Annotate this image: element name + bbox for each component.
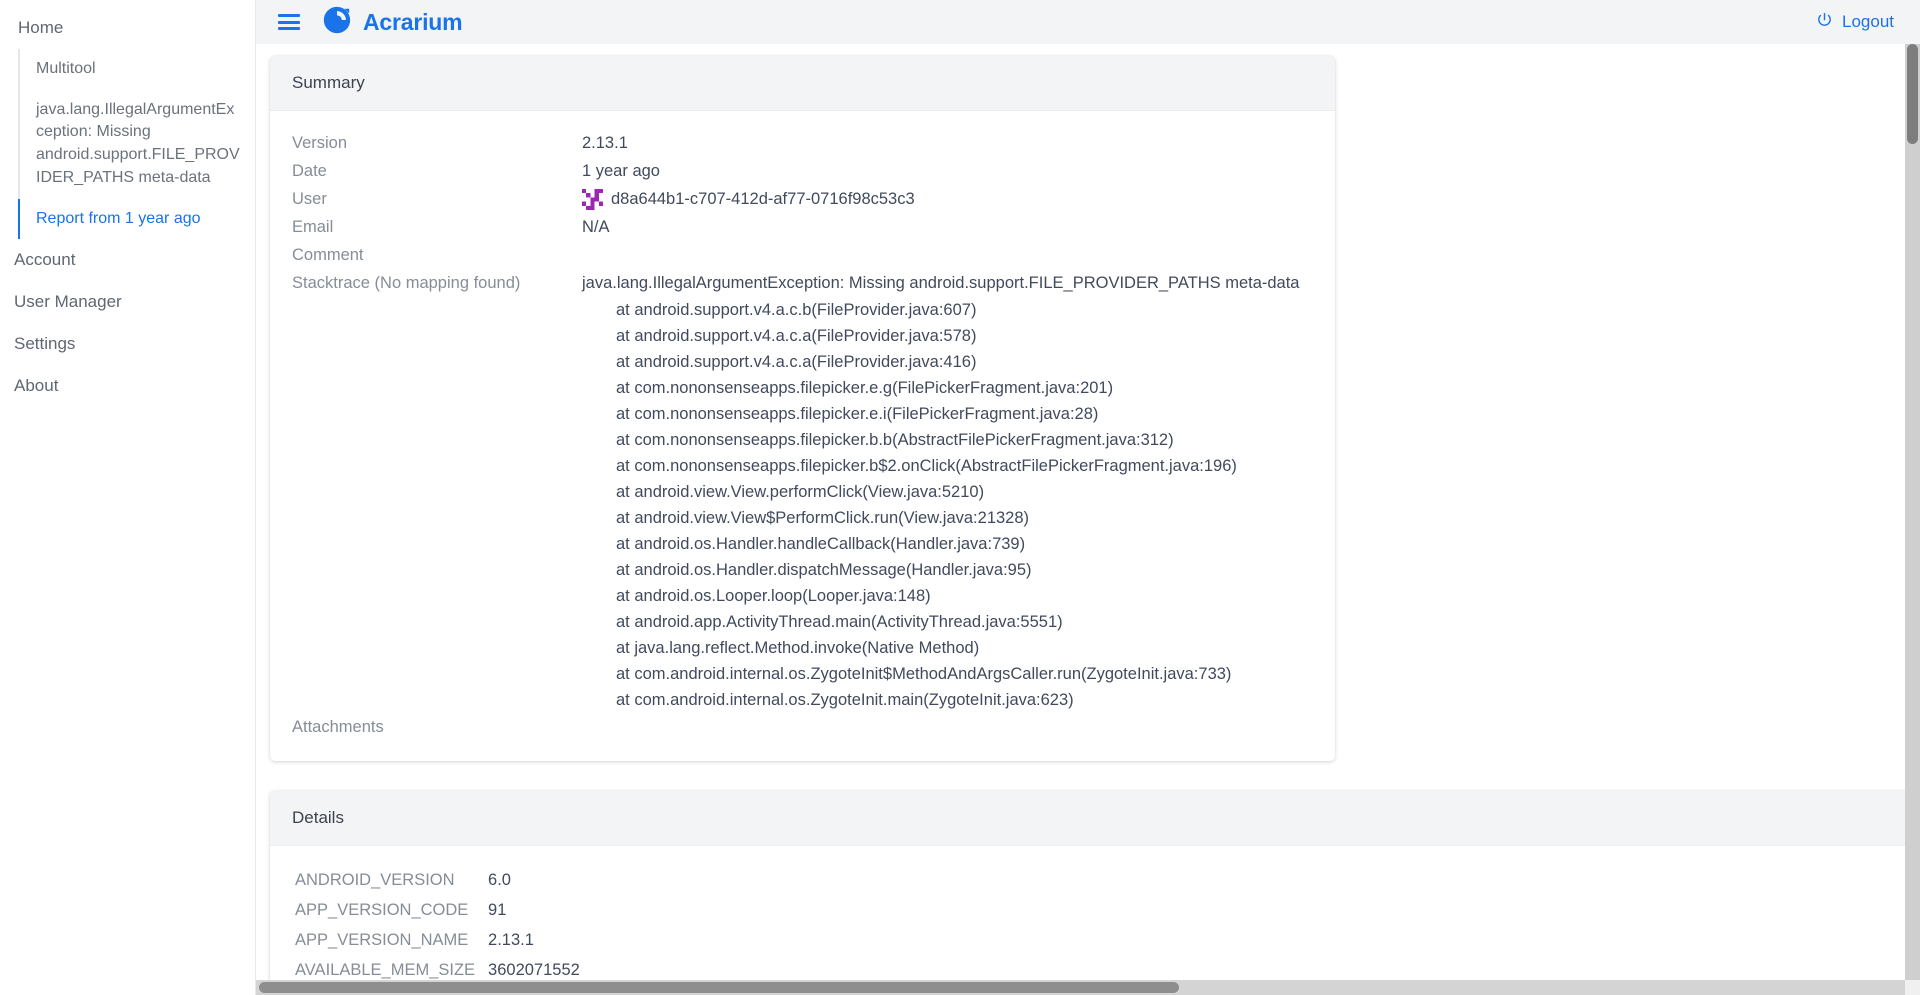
details-app-version-name-key: APP_VERSION_NAME [295, 931, 469, 949]
stacktrace-line: at com.nononsenseapps.filepicker.b$2.onC… [616, 457, 1237, 475]
details-available-mem-size-value: 3602071552 [488, 961, 580, 979]
vertical-scrollbar-thumb[interactable] [1907, 44, 1918, 144]
stacktrace-line: at android.view.View.performClick(View.j… [616, 483, 985, 501]
details-android-version-key: ANDROID_VERSION [295, 871, 455, 889]
table-row: Email N/A [292, 213, 1313, 241]
details-app-version-name-value: 2.13.1 [488, 931, 534, 949]
table-row: Stacktrace (No mapping found) java.lang.… [292, 269, 1313, 713]
summary-stacktrace-key: Stacktrace (No mapping found) [292, 274, 521, 292]
main-area: Acrarium Logout Summary Version 2.13.1 D… [256, 0, 1920, 995]
table-row: APP_VERSION_NAME 2.13.1 [294, 926, 581, 954]
summary-stacktrace-value: java.lang.IllegalArgumentException: Miss… [582, 269, 1313, 713]
stacktrace-line: at java.lang.reflect.Method.invoke(Nativ… [616, 639, 980, 657]
horizontal-scrollbar-thumb[interactable] [259, 982, 1179, 993]
stacktrace-line: at android.os.Looper.loop(Looper.java:14… [616, 587, 931, 605]
sidebar-item-multitool[interactable]: Multitool [20, 49, 255, 90]
stacktrace-line: at android.os.Handler.dispatchMessage(Ha… [616, 561, 1032, 579]
table-row: AVAILABLE_MEM_SIZE 3602071552 [294, 956, 581, 980]
details-card-header: Details [270, 791, 1905, 846]
summary-version-key: Version [292, 134, 348, 152]
stacktrace-line: at android.support.v4.a.c.b(FileProvider… [616, 301, 977, 319]
details-card: Details ANDROID_VERSION 6.0 APP_VERSION_… [270, 791, 1905, 980]
summary-date-key: Date [292, 162, 327, 180]
summary-date-value: 1 year ago [582, 162, 660, 180]
details-table: ANDROID_VERSION 6.0 APP_VERSION_CODE 91 … [292, 864, 583, 980]
table-row: APP_VERSION_CODE 91 [294, 896, 581, 924]
sidebar-item-exception[interactable]: java.lang.IllegalArgumentException: Miss… [20, 90, 255, 199]
stacktrace-line: at android.os.Handler.handleCallback(Han… [616, 535, 1026, 553]
summary-comment-value [582, 241, 1313, 269]
summary-card: Summary Version 2.13.1 Date 1 year ago U… [270, 56, 1335, 761]
sidebar-item-user-manager-label: User Manager [14, 292, 122, 312]
summary-comment-key: Comment [292, 246, 364, 264]
identicon-avatar [582, 188, 611, 210]
sidebar-item-about-label: About [14, 376, 59, 396]
details-card-title: Details [292, 808, 344, 827]
stacktrace-line: at com.android.internal.os.ZygoteInit$Me… [616, 665, 1232, 683]
summary-version-value: 2.13.1 [582, 134, 628, 152]
table-row: Version 2.13.1 [292, 129, 1313, 157]
summary-attachments-value [582, 713, 1313, 741]
stacktrace-line: at android.support.v4.a.c.a(FileProvider… [616, 327, 977, 345]
summary-email-value: N/A [582, 218, 610, 236]
table-row: Date 1 year ago [292, 157, 1313, 185]
hamburger-icon[interactable] [278, 14, 300, 30]
sidebar-item-home[interactable]: Home [0, 8, 255, 49]
summary-user-value-cell: d8a644b1-c707-412d-af77-0716f98c53c3 [582, 185, 1313, 213]
stacktrace-line: at android.app.ActivityThread.main(Activ… [616, 613, 1063, 631]
sidebar-item-settings-label: Settings [14, 334, 76, 354]
sidebar-item-multitool-label: Multitool [36, 59, 96, 77]
sidebar-item-user-manager[interactable]: User Manager [0, 281, 255, 323]
acrarium-logo-icon [322, 5, 352, 40]
stacktrace-header: java.lang.IllegalArgumentException: Miss… [582, 274, 1300, 292]
stacktrace-line: at android.support.v4.a.c.a(FileProvider… [616, 353, 977, 371]
sidebar: Home Multitool java.lang.IllegalArgument… [0, 0, 256, 995]
vertical-scrollbar[interactable] [1905, 44, 1920, 980]
stacktrace-line: at android.view.View$PerformClick.run(Vi… [616, 509, 1030, 527]
content-scroll-region[interactable]: Summary Version 2.13.1 Date 1 year ago U… [256, 44, 1905, 980]
logout-button[interactable]: Logout [1816, 11, 1894, 33]
stacktrace-line: at com.nononsenseapps.filepicker.e.i(Fil… [616, 405, 1099, 423]
summary-card-body: Version 2.13.1 Date 1 year ago User d8a6… [270, 111, 1335, 761]
table-row: ANDROID_VERSION 6.0 [294, 866, 581, 894]
stacktrace-line: at com.nononsenseapps.filepicker.b.b(Abs… [616, 431, 1174, 449]
summary-user-key: User [292, 190, 327, 208]
details-app-version-code-key: APP_VERSION_CODE [295, 901, 469, 919]
summary-table: Version 2.13.1 Date 1 year ago User d8a6… [292, 129, 1313, 741]
sidebar-item-account[interactable]: Account [0, 239, 255, 281]
sidebar-item-settings[interactable]: Settings [0, 323, 255, 365]
logout-label: Logout [1842, 12, 1894, 31]
sidebar-item-account-label: Account [14, 250, 76, 270]
stacktrace-line: at com.nononsenseapps.filepicker.e.g(Fil… [616, 379, 1114, 397]
stacktrace-line: at com.android.internal.os.ZygoteInit.ma… [616, 691, 1074, 709]
horizontal-scrollbar[interactable] [256, 980, 1905, 995]
top-bar: Acrarium Logout [256, 0, 1920, 44]
details-card-body: ANDROID_VERSION 6.0 APP_VERSION_CODE 91 … [270, 846, 1905, 980]
sidebar-item-home-label: Home [18, 18, 64, 37]
sidebar-item-report[interactable]: Report from 1 year ago [18, 199, 255, 240]
sidebar-item-about[interactable]: About [0, 365, 255, 407]
table-row: Comment [292, 241, 1313, 269]
table-row: User d8a644b1-c707-412d-af77-0716f98c53c… [292, 185, 1313, 213]
table-row: Attachments [292, 713, 1313, 741]
sidebar-item-exception-label: java.lang.IllegalArgumentException: Miss… [36, 100, 240, 186]
summary-card-title: Summary [292, 73, 365, 92]
brand-title: Acrarium [363, 8, 463, 35]
summary-card-header: Summary [270, 56, 1335, 111]
summary-user-value: d8a644b1-c707-412d-af77-0716f98c53c3 [611, 190, 915, 208]
brand[interactable]: Acrarium [322, 5, 463, 40]
details-available-mem-size-key: AVAILABLE_MEM_SIZE [295, 961, 476, 979]
details-app-version-code-value: 91 [488, 901, 507, 919]
power-icon [1816, 11, 1833, 33]
details-android-version-value: 6.0 [488, 871, 511, 889]
sidebar-nav-group: Multitool java.lang.IllegalArgumentExcep… [18, 48, 255, 240]
summary-attachments-key: Attachments [292, 718, 384, 736]
scrollbar-corner [1905, 980, 1920, 995]
summary-email-key: Email [292, 218, 334, 236]
sidebar-item-report-label: Report from 1 year ago [36, 209, 201, 227]
